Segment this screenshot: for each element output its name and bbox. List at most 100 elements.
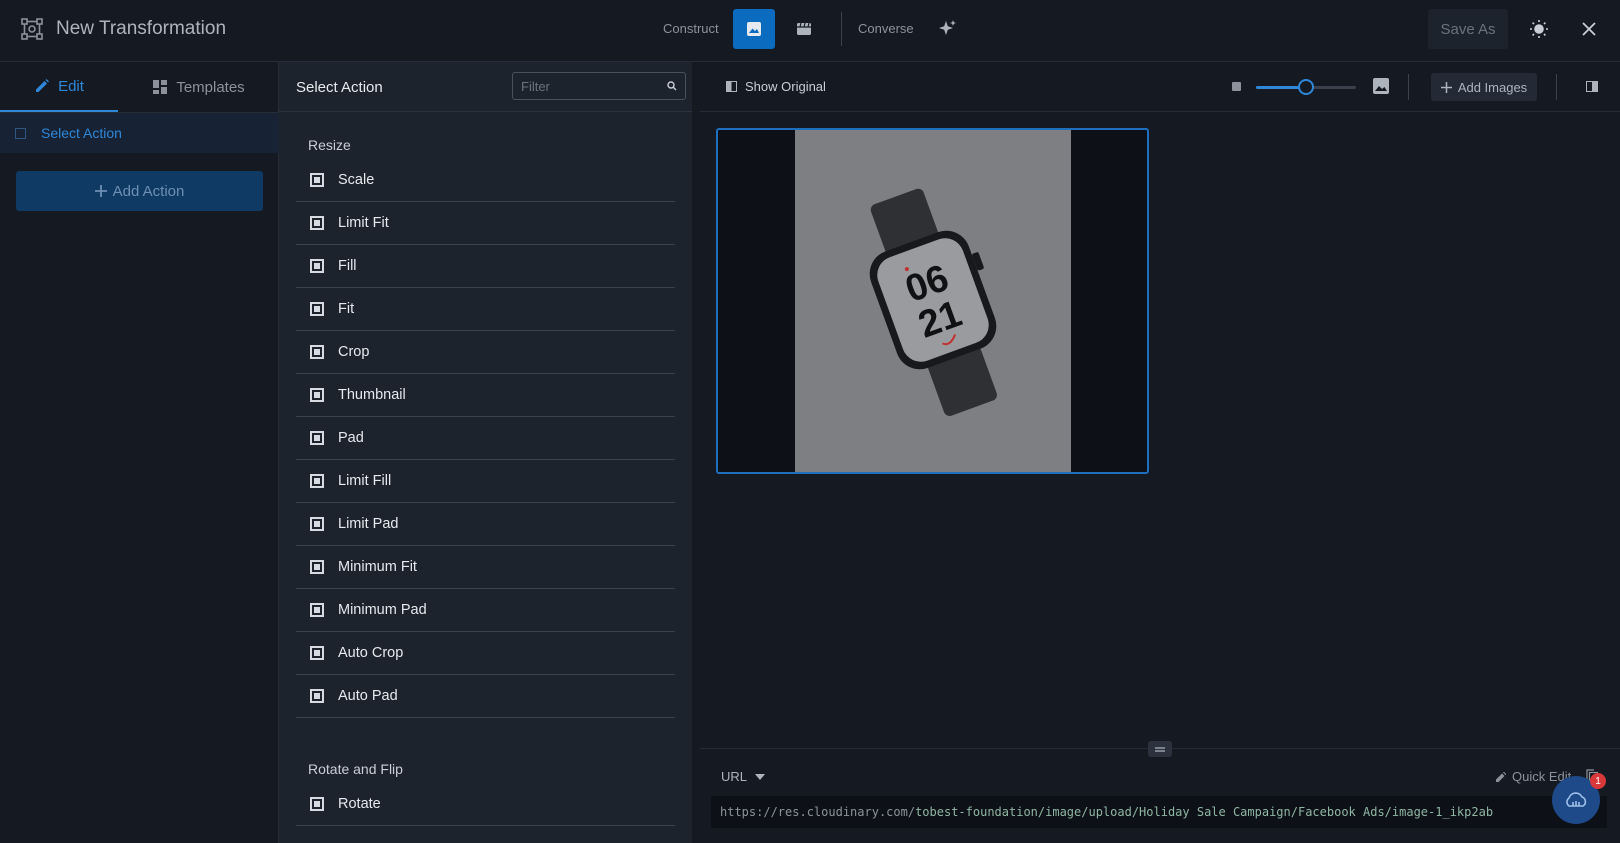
select-action-label: Select Action — [41, 125, 122, 141]
image-icon — [747, 22, 761, 36]
transformation-url[interactable]: https://res.cloudinary.com/tobest-founda… — [711, 796, 1607, 828]
transform-logo-icon — [21, 18, 43, 40]
url-panel: URL Quick Edit https://res.cloudinary.co… — [700, 741, 1620, 843]
action-square-icon — [310, 216, 324, 230]
zoom-slider-handle[interactable] — [1298, 79, 1314, 95]
product-image: 06 21 — [795, 130, 1071, 472]
url-base: https://res.cloudinary.com/ — [720, 805, 916, 819]
action-item-label: Pad — [338, 430, 364, 446]
select-action-row[interactable]: Select Action — [0, 113, 279, 153]
image-large-icon[interactable] — [1372, 77, 1390, 95]
action-square-icon — [310, 603, 324, 617]
preview-toolbar: Show Original Add Images — [700, 62, 1620, 112]
action-item-label: Auto Pad — [338, 688, 398, 704]
zoom-slider[interactable] — [1256, 79, 1356, 95]
resize-handle[interactable] — [1148, 741, 1172, 757]
action-square-icon — [310, 431, 324, 445]
add-action-button[interactable]: Add Action — [16, 171, 263, 211]
image-mode-button[interactable] — [733, 9, 775, 49]
plus-icon — [1440, 81, 1452, 93]
chevron-down-icon — [755, 773, 766, 780]
pencil-icon — [36, 79, 50, 92]
chat-icon — [1566, 792, 1587, 807]
show-original-button[interactable]: Show Original — [726, 79, 826, 94]
filter-input[interactable] — [513, 73, 653, 99]
action-square-icon — [310, 560, 324, 574]
url-mode-label: URL — [721, 769, 748, 784]
ai-mode-button[interactable] — [927, 9, 969, 49]
action-panel-header: Select Action — [279, 62, 692, 112]
action-item-label: Limit Fill — [338, 473, 392, 489]
action-item-label: Auto Crop — [338, 645, 404, 661]
preview-panel: Show Original Add Images 06 21 URL Quick… — [700, 62, 1620, 843]
pencil-icon — [1496, 771, 1506, 782]
tab-templates-label: Templates — [176, 78, 245, 96]
watch-illustration: 06 21 — [869, 188, 997, 416]
action-square-icon — [310, 646, 324, 660]
action-item-auto-pad[interactable]: Auto Pad — [296, 675, 675, 718]
action-item-label: Minimum Pad — [338, 602, 427, 618]
compare-icon — [726, 81, 737, 92]
show-original-label: Show Original — [745, 79, 826, 94]
url-path: tobest-foundation/image/upload/Holiday S… — [915, 805, 1494, 819]
action-item-thumbnail[interactable]: Thumbnail — [296, 374, 675, 417]
action-item-rotate[interactable]: Rotate — [296, 783, 675, 826]
action-item-scale[interactable]: Scale — [296, 159, 675, 202]
action-item-label: Thumbnail — [338, 387, 406, 403]
action-item-auto-crop[interactable]: Auto Crop — [296, 632, 675, 675]
action-square-icon — [310, 259, 324, 273]
toolbar-divider — [1408, 74, 1409, 100]
close-button[interactable] — [1577, 17, 1601, 41]
action-square-icon — [310, 173, 324, 187]
construct-label: Construct — [663, 21, 719, 36]
toolbar-divider — [1556, 74, 1557, 100]
action-item-minimum-pad[interactable]: Minimum Pad — [296, 589, 675, 632]
action-item-pad[interactable]: Pad — [296, 417, 675, 460]
mode-divider — [841, 12, 842, 46]
action-item-minimum-fit[interactable]: Minimum Fit — [296, 546, 675, 589]
action-item-limit-pad[interactable]: Limit Pad — [296, 503, 675, 546]
action-item-label: Fill — [338, 258, 357, 274]
action-square-icon — [310, 345, 324, 359]
sun-icon — [1530, 20, 1548, 38]
theme-toggle-button[interactable] — [1527, 17, 1551, 41]
left-panel: Edit Templates Select Action Add Action — [0, 62, 279, 843]
video-icon — [797, 22, 811, 35]
close-icon — [1582, 22, 1596, 36]
top-bar: New Transformation Construct Converse Sa… — [0, 0, 1620, 62]
grid-icon — [153, 80, 168, 94]
action-square-icon — [310, 388, 324, 402]
image-small-icon — [1232, 82, 1241, 91]
action-item-label: Rotate — [338, 796, 381, 812]
drag-handle-icon — [1155, 746, 1165, 752]
save-as-button[interactable]: Save As — [1428, 9, 1508, 49]
action-square-icon — [310, 689, 324, 703]
action-panel: Select Action Resize Scale Limit Fit Fil… — [279, 62, 700, 843]
action-square-icon — [310, 474, 324, 488]
panel-toggle-icon[interactable] — [1586, 81, 1598, 92]
select-action-checkbox[interactable] — [15, 127, 26, 139]
action-item-label: Scale — [338, 172, 375, 188]
converse-label: Converse — [858, 21, 914, 36]
notification-badge: 1 — [1590, 773, 1606, 789]
action-item-fill[interactable]: Fill — [296, 245, 675, 288]
tab-edit-label: Edit — [58, 77, 84, 95]
action-item-label: Limit Fit — [338, 215, 389, 231]
tab-templates[interactable]: Templates — [118, 62, 279, 112]
action-item-label: Limit Pad — [338, 516, 399, 532]
add-images-button[interactable]: Add Images — [1431, 73, 1537, 101]
action-item-limit-fill[interactable]: Limit Fill — [296, 460, 675, 503]
tab-edit[interactable]: Edit — [0, 62, 118, 112]
page-title: New Transformation — [56, 18, 227, 39]
filter-box — [512, 72, 686, 100]
action-item-label: Crop — [338, 344, 370, 360]
plus-icon — [94, 185, 107, 197]
action-item-limit-fit[interactable]: Limit Fit — [296, 202, 675, 245]
section-title-rotate-flip: Rotate and Flip — [308, 761, 403, 777]
action-item-fit[interactable]: Fit — [296, 288, 675, 331]
action-item-crop[interactable]: Crop — [296, 331, 675, 374]
video-mode-button[interactable] — [783, 9, 825, 49]
url-mode-dropdown[interactable]: URL — [721, 769, 766, 784]
action-panel-title: Select Action — [296, 79, 383, 96]
image-preview[interactable]: 06 21 — [716, 128, 1149, 474]
